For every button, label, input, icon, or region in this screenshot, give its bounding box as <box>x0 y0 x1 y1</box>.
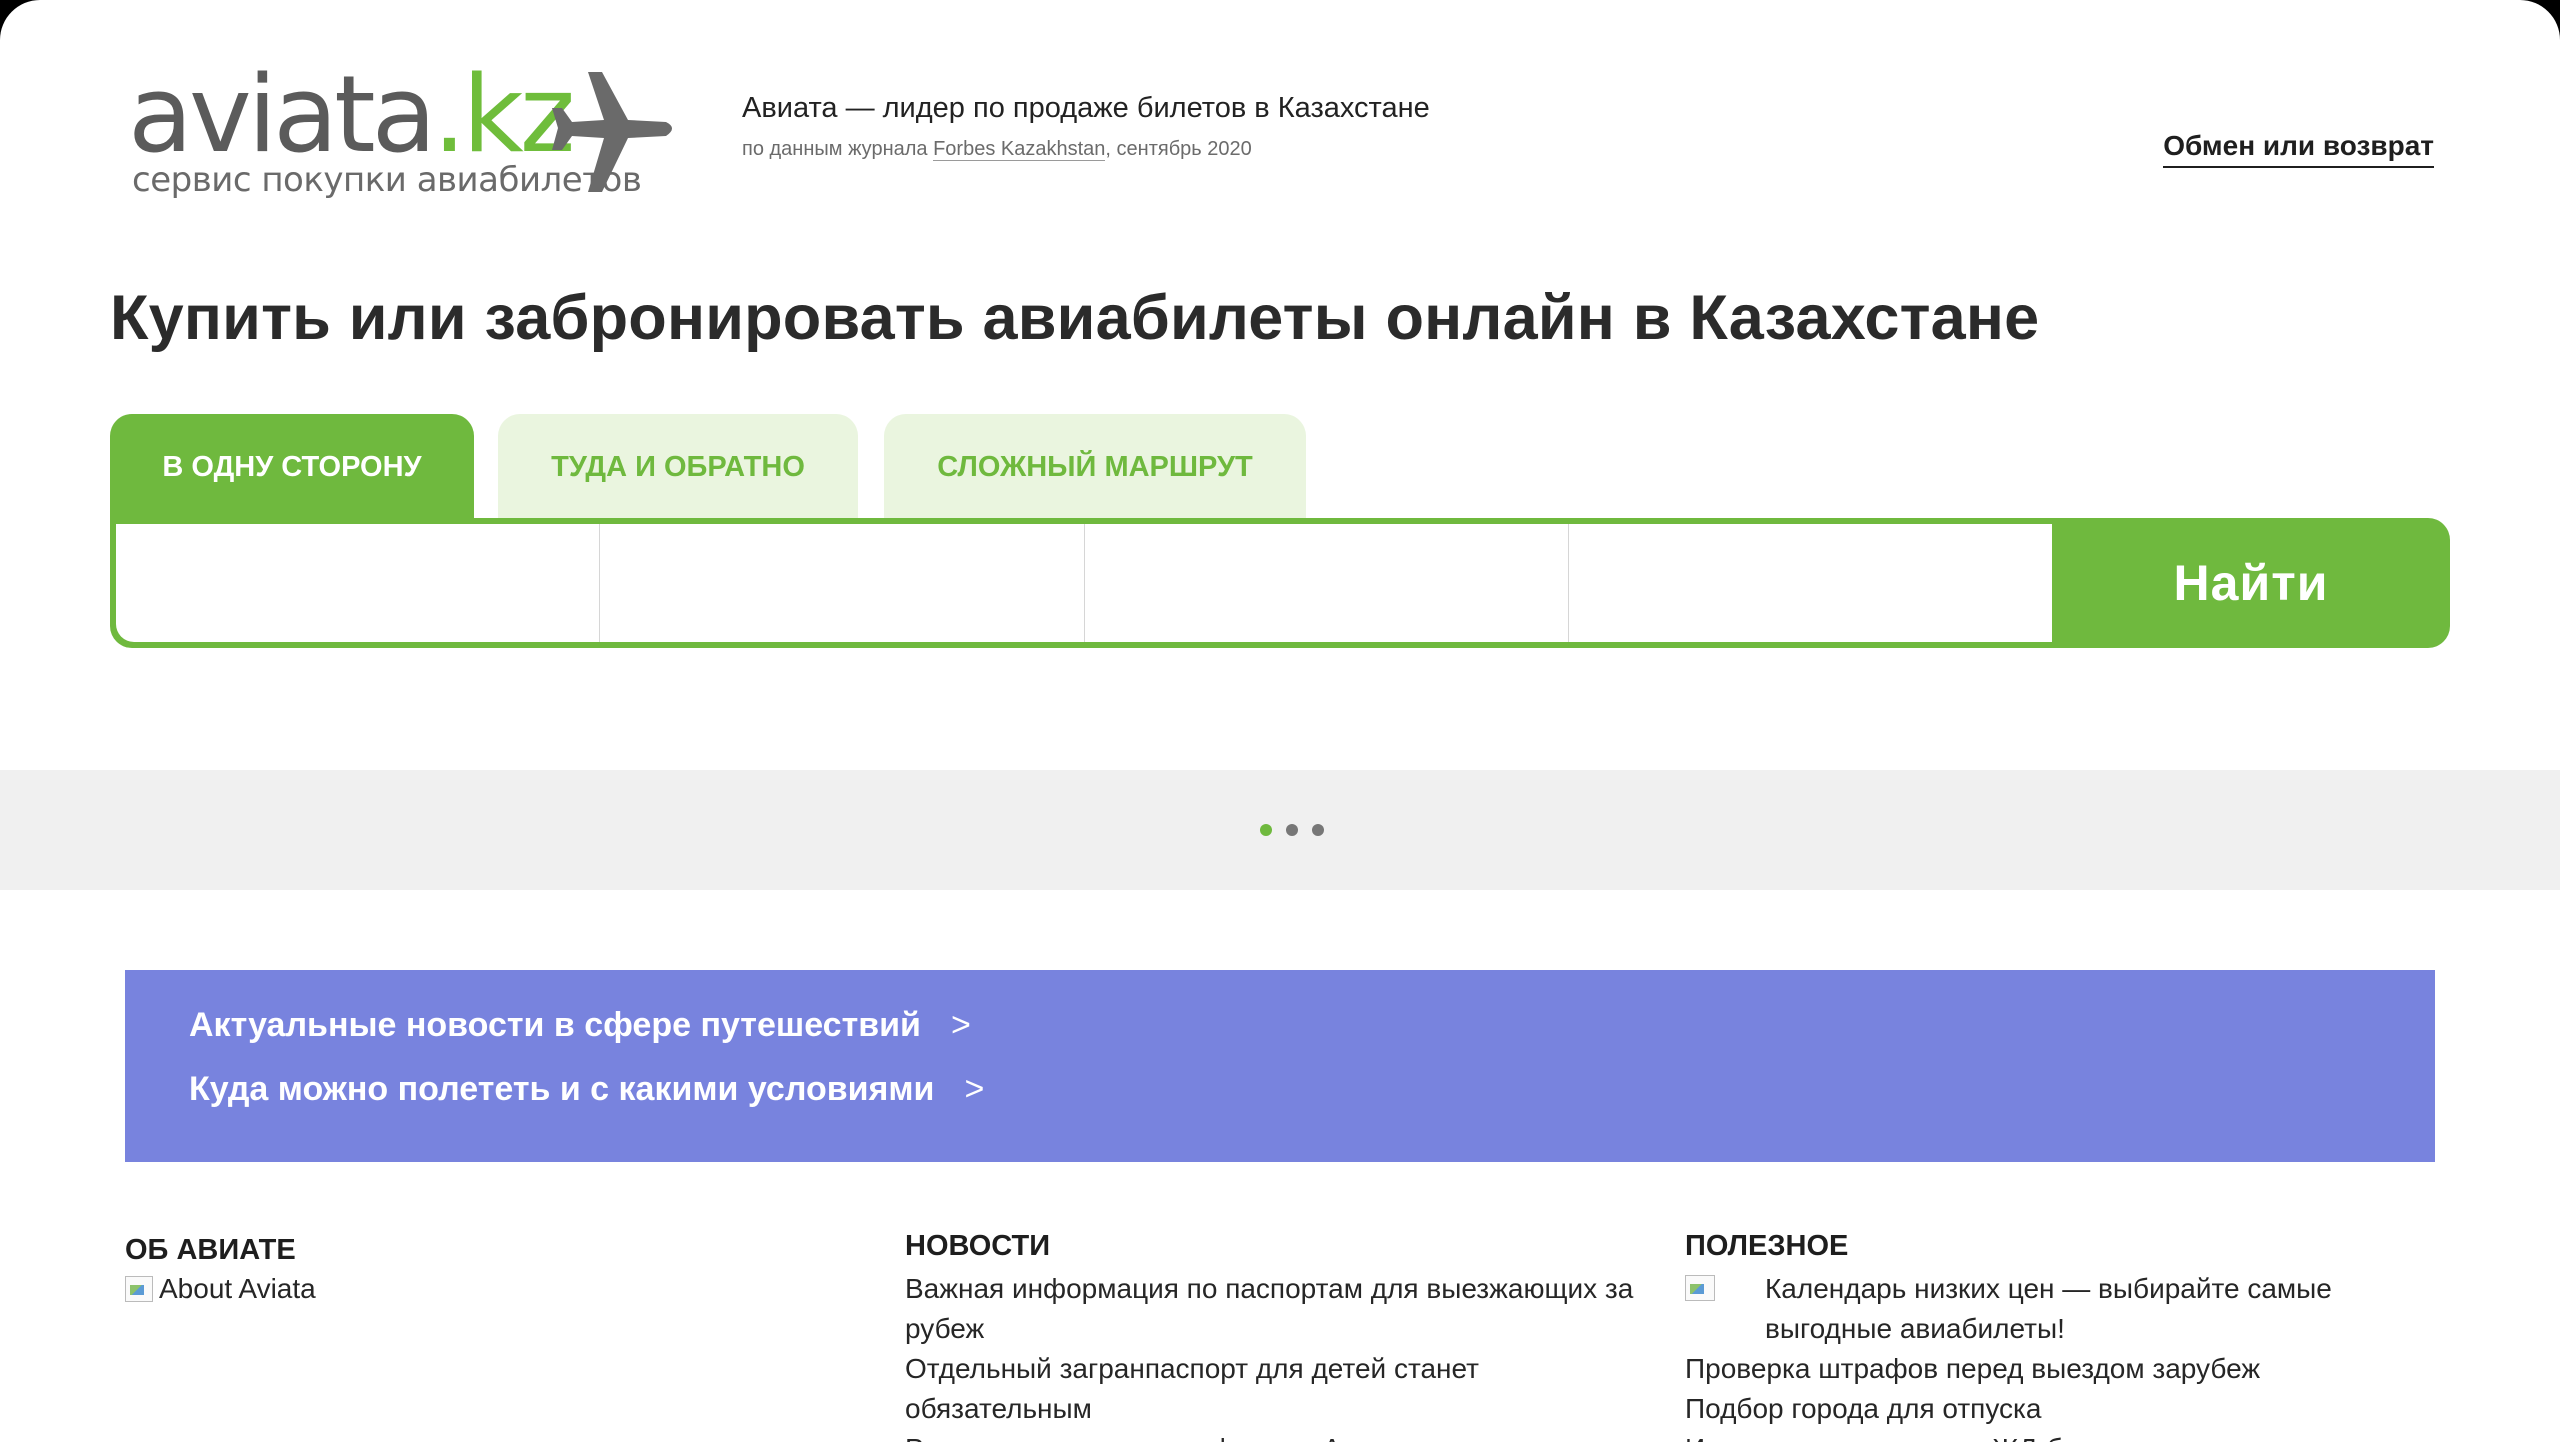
news-item[interactable]: Рассказываем о новых фишках Авиаты в <box>905 1429 1645 1442</box>
broken-image-icon <box>125 1276 153 1302</box>
travel-news-link[interactable]: Актуальные новости в сфере путешествий > <box>189 1006 971 1045</box>
tab-multi-city[interactable]: Сложный маршрут <box>884 414 1306 520</box>
forbes-link[interactable]: Forbes Kazakhstan <box>933 138 1106 161</box>
useful-column: Полезное Календарь низких цен — выбирайт… <box>1685 1230 2425 1442</box>
date-input[interactable] <box>1084 524 1568 642</box>
from-field[interactable] <box>116 524 601 642</box>
broken-image-icon <box>1685 1275 1715 1301</box>
to-input[interactable] <box>600 524 1084 642</box>
to-field[interactable] <box>600 524 1085 642</box>
news-item[interactable]: Отдельный загранпаспорт для детей станет… <box>905 1349 1645 1429</box>
from-input[interactable] <box>116 524 600 642</box>
date-field[interactable] <box>1084 524 1569 642</box>
passengers-field[interactable] <box>1568 524 2052 642</box>
about-title: Об Авиате <box>125 1234 296 1266</box>
news-item[interactable]: Важная информация по паспортам для выезж… <box>905 1269 1645 1349</box>
promo-carousel <box>0 770 2560 890</box>
exchange-or-refund-link[interactable]: Обмен или возврат <box>2163 130 2434 168</box>
carousel-dot[interactable] <box>1286 824 1298 836</box>
tab-one-way[interactable]: В одну сторону <box>110 414 474 520</box>
news-column: Новости Важная информация по паспортам д… <box>905 1230 1645 1442</box>
useful-item[interactable]: Инструкция: как купить ЖД-билет <box>1685 1429 2425 1442</box>
travel-conditions-link[interactable]: Куда можно полететь и с какими условиями… <box>189 1070 984 1109</box>
info-banner: Актуальные новости в сфере путешествий > … <box>125 970 2435 1162</box>
carousel-dot[interactable] <box>1312 824 1324 836</box>
useful-title: Полезное <box>1685 1230 1849 1262</box>
passengers-input[interactable] <box>1568 524 2052 642</box>
useful-item[interactable]: Проверка штрафов перед выездом зарубеж <box>1685 1349 2425 1389</box>
carousel-dot[interactable] <box>1260 824 1272 836</box>
page: aviata.kz сервис покупки авиабилетов Ави… <box>0 0 2560 1442</box>
carousel-dots <box>1260 824 1324 836</box>
slogan: Авиата — лидер по продаже билетов в Каза… <box>742 92 1430 124</box>
logo-wordmark: aviata.kz <box>128 53 575 176</box>
page-title: Купить или забронировать авиабилеты онла… <box>110 283 2040 353</box>
useful-item[interactable]: Подбор города для отпуска <box>1685 1389 2425 1429</box>
about-image[interactable]: About Aviata <box>125 1273 865 1305</box>
slogan-source: по данным журнала Forbes Kazakhstan, сен… <box>742 138 1252 161</box>
chevron-right-icon: > <box>950 1006 971 1044</box>
search-form: Найти <box>110 518 2450 648</box>
useful-item[interactable]: Календарь низких цен — выбирайте самые в… <box>1685 1269 2425 1349</box>
find-button[interactable]: Найти <box>2052 518 2450 648</box>
news-title: Новости <box>905 1230 1051 1262</box>
airplane-icon <box>552 72 672 192</box>
search-fields <box>116 524 2052 642</box>
about-column: Об Авиате About Aviata <box>125 1234 865 1305</box>
tab-round-trip[interactable]: Туда и обратно <box>498 414 858 520</box>
chevron-right-icon: > <box>964 1070 985 1108</box>
